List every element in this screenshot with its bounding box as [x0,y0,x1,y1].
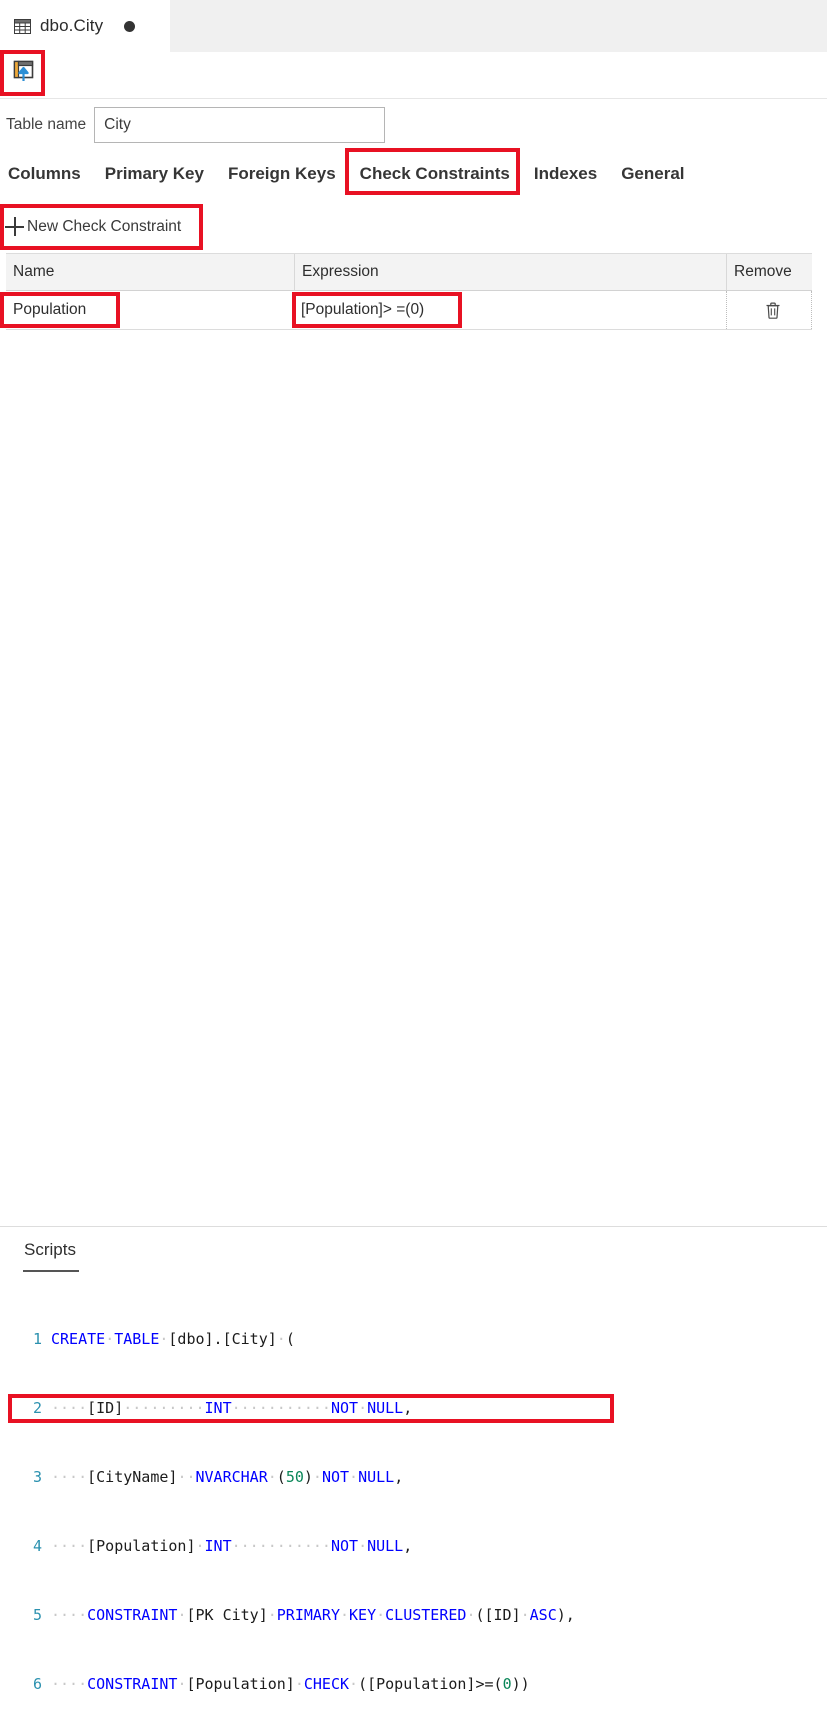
designer-pivot-tabs: Columns Primary Key Foreign Keys Check C… [0,158,827,190]
table-row[interactable]: Population [Population]> =(0) [6,291,812,330]
constraint-expression-cell[interactable]: [Population]> =(0) [294,291,726,329]
tab-foreign-keys[interactable]: Foreign Keys [216,164,348,184]
remove-constraint-button[interactable] [726,291,812,329]
grid-header-row: Name Expression Remove [6,253,812,291]
constraint-name-cell[interactable]: Population [6,291,294,329]
code-line-3: 3 ····[CityName]··NVARCHAR·(50)·NOT·NULL, [16,1466,816,1489]
line-number: 4 [32,1537,42,1555]
unsaved-changes-dot [124,20,136,32]
table-name-label: Table name [6,116,87,133]
tab-columns[interactable]: Columns [0,164,93,184]
tab-check-constraints[interactable]: Check Constraints [348,164,522,184]
line-number: 2 [32,1399,42,1417]
tab-label: dbo.City [40,16,104,35]
publish-update-icon [11,59,36,89]
line-number: 1 [32,1330,42,1348]
designer-toolbar [0,52,827,99]
tab-primary-key[interactable]: Primary Key [93,164,216,184]
line-number: 5 [32,1606,42,1624]
trash-icon [764,301,782,320]
update-publish-button[interactable] [5,55,41,93]
code-line-5: 5 ····CONSTRAINT·[PK City]·PRIMARY·KEY·CL… [16,1604,816,1627]
column-header-expression[interactable]: Expression [294,254,726,290]
editor-tab-strip: dbo.City [0,0,827,52]
scripts-title-underline [23,1270,79,1272]
table-grid-icon [14,18,31,34]
scripts-separator [0,1226,827,1227]
column-header-name[interactable]: Name [6,254,294,290]
table-name-row: Table name [0,105,827,145]
scripts-code-view[interactable]: 1 CREATE·TABLE·[dbo].[City]·( 2 ····[ID]··… [16,1282,816,1719]
line-number: 6 [32,1675,42,1693]
tab-indexes[interactable]: Indexes [522,164,609,184]
plus-icon [5,217,24,236]
check-constraints-grid: Name Expression Remove Population [Popul… [6,253,812,330]
tab-dbo-city[interactable]: dbo.City [0,0,170,52]
code-line-2: 2 ····[ID]·········INT···········NOT·NULL… [16,1397,816,1420]
new-check-constraint-button[interactable]: New Check Constraint [5,212,181,241]
tab-general[interactable]: General [609,164,696,184]
code-line-4: 4 ····[Population]·INT···········NOT·NULL… [16,1535,816,1558]
line-number: 3 [32,1468,42,1486]
column-header-remove: Remove [726,254,812,290]
code-line-6: 6 ····CONSTRAINT·[Population]·CHECK·([Pop… [16,1673,816,1696]
code-line-1: 1 CREATE·TABLE·[dbo].[City]·( [16,1328,816,1351]
new-check-constraint-label: New Check Constraint [27,217,182,235]
scripts-title: Scripts [24,1240,76,1259]
table-name-input[interactable] [94,107,386,143]
